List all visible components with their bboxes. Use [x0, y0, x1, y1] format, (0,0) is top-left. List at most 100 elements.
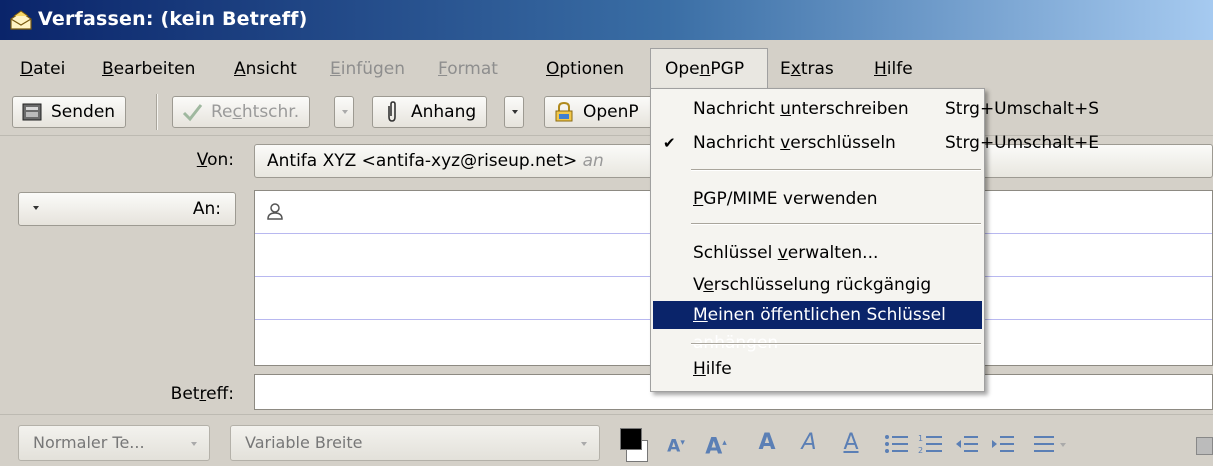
- spellcheck-accesskey: c: [232, 102, 242, 122]
- address-area: Von: Antifa XYZ <antifa-xyz@riseup.net> …: [0, 136, 1213, 414]
- openpgp-lock-icon: [555, 101, 573, 122]
- menuitem-undo-encryption[interactable]: Verschlüsselung rückgängig machen: [653, 271, 982, 323]
- menuitem-accesskey: e: [703, 275, 714, 295]
- menuitem-accesskey: H: [693, 359, 706, 379]
- menuitem-pgp-mime[interactable]: PGP/MIME verwenden: [653, 185, 982, 213]
- menuitem-help[interactable]: Hilfe: [653, 355, 982, 383]
- menu-datei-label: atei: [33, 59, 66, 79]
- menu-hilfe-accesskey: H: [874, 59, 887, 79]
- menuitem-label: nterschreiben: [790, 99, 909, 119]
- font-select: Variable Breite: [230, 425, 600, 461]
- from-label-accesskey: V: [196, 150, 208, 170]
- menuitem-label: erwalten...: [787, 243, 879, 263]
- menu-ansicht-accesskey: A: [234, 59, 246, 79]
- person-icon: [267, 203, 283, 220]
- menu-openpgp-accesskey: n: [699, 59, 711, 79]
- from-hint: an: [582, 151, 604, 171]
- svg-text:1: 1: [918, 434, 923, 443]
- menu-optionen[interactable]: Optionen: [540, 56, 630, 82]
- outdent-icon: [956, 436, 978, 452]
- align-menu-icon: [1034, 436, 1066, 452]
- menu-extras-label-pre: E: [780, 59, 791, 79]
- menuitem-label: erschlüsseln: [790, 133, 896, 153]
- send-label: Senden: [51, 102, 116, 122]
- menu-einfuegen: Einfügen: [324, 56, 411, 82]
- menu-separator: [691, 343, 981, 345]
- spellcheck-label: htschr.: [241, 102, 300, 122]
- menu-format-label: ormat: [447, 59, 498, 79]
- menuitem-encrypt-message[interactable]: ✔ Nachricht verschlüsseln Strg+Umschalt+…: [653, 129, 1099, 157]
- menuitem-accesskey: v: [777, 243, 788, 263]
- menu-openpgp-label-pre: Ope: [665, 59, 700, 79]
- menuitem-label: ilfe: [705, 359, 732, 379]
- send-button[interactable]: Senden: [12, 96, 127, 128]
- attach-dropdown[interactable]: [504, 96, 524, 128]
- menu-ansicht[interactable]: Ansicht: [228, 56, 303, 82]
- menu-optionen-accesskey: O: [546, 59, 560, 79]
- menu-extras[interactable]: Extras: [774, 56, 840, 82]
- chevron-down-icon: [33, 206, 39, 210]
- menu-datei[interactable]: Datei: [14, 56, 71, 82]
- menu-hilfe[interactable]: Hilfe: [868, 56, 919, 82]
- more-formatting-button: [1196, 437, 1213, 455]
- menu-einfuegen-accesskey: E: [330, 59, 341, 79]
- menuitem-label-pre: Schlüssel: [693, 243, 778, 263]
- subject-label-text: eff:: [206, 384, 234, 404]
- menuitem-attach-public-key[interactable]: Meinen öffentlichen Schlüssel anhängen: [653, 301, 982, 353]
- italic-button: A: [801, 430, 817, 455]
- recipient-type-select[interactable]: An:: [18, 192, 236, 226]
- from-value: Antifa XYZ <antifa-xyz@riseup.net>: [267, 151, 578, 171]
- menuitem-label-pre: V: [693, 275, 704, 295]
- checkmark-icon: [182, 104, 203, 122]
- subject-label-pre: Bet: [170, 384, 200, 404]
- menu-einfuegen-label: infügen: [340, 59, 406, 79]
- menuitem-accesskey: P: [693, 189, 704, 209]
- from-label: Von:: [0, 150, 234, 170]
- svg-text:2: 2: [918, 446, 923, 455]
- attach-button[interactable]: Anhang: [372, 96, 488, 128]
- menuitem-accesskey: M: [693, 305, 708, 325]
- paperclip-icon: [388, 101, 396, 122]
- openpgp-menu-popup: Nachricht unterschreiben Strg+Umschalt+S…: [650, 88, 1099, 392]
- menuitem-sign-message[interactable]: Nachricht unterschreiben Strg+Umschalt+S: [653, 95, 1099, 123]
- subject-label: Betreff:: [0, 384, 234, 404]
- menuitem-label: einen öffentlichen Schlüssel anhängen: [693, 305, 946, 353]
- menu-separator: [691, 223, 981, 225]
- menuitem-label-pre: Nachricht: [693, 133, 781, 153]
- menu-extras-accesskey: x: [790, 59, 801, 79]
- indent-icon: [992, 436, 1014, 452]
- bold-button: A: [758, 430, 776, 455]
- bullet-list-icon: [885, 435, 908, 453]
- menuitem-shortcut: Strg+Umschalt+E: [945, 133, 1099, 153]
- menu-openpgp[interactable]: OpenPGP: [650, 48, 768, 88]
- spellcheck-dropdown: [334, 96, 354, 128]
- menu-format: Format: [432, 56, 504, 82]
- font-value: Variable Breite: [245, 433, 363, 452]
- spellcheck-button: Rechtschr.: [172, 96, 311, 128]
- window-title: Verfassen: (kein Betreff): [38, 8, 308, 30]
- recipient-type-label: An:: [192, 199, 221, 219]
- menu-bearbeiten-accesskey: B: [102, 59, 114, 79]
- paragraph-format-value: Normaler Te...: [33, 433, 145, 452]
- send-icon: [22, 103, 42, 121]
- menuitem-accesskey: u: [780, 99, 791, 119]
- menu-datei-accesskey: D: [20, 59, 34, 79]
- menu-separator: [691, 169, 981, 171]
- menuitem-accesskey: v: [780, 133, 791, 153]
- menuitem-label: GP/MIME verwenden: [703, 189, 878, 209]
- text-color-swatch: [620, 428, 642, 450]
- openpgp-button[interactable]: OpenP: [544, 96, 664, 128]
- decrease-font-size-button: A▾: [667, 436, 685, 457]
- menu-format-accesskey: F: [438, 59, 448, 79]
- menuitem-manage-keys[interactable]: Schlüssel verwalten...: [653, 239, 982, 267]
- menu-bearbeiten-label: earbeiten: [113, 59, 196, 79]
- format-toolbar: Normaler Te... Variable Breite A▾ A▴ A A…: [0, 414, 1213, 466]
- menu-optionen-label: ptionen: [559, 59, 624, 79]
- attach-label: Anhang: [411, 102, 477, 122]
- compose-envelope-icon: [10, 10, 32, 30]
- menu-ansicht-label: nsicht: [245, 59, 297, 79]
- menu-bearbeiten[interactable]: Bearbeiten: [96, 56, 201, 82]
- from-label-text: on:: [207, 150, 234, 170]
- openpgp-label: OpenP: [583, 102, 639, 122]
- menuitem-shortcut: Strg+Umschalt+S: [945, 99, 1100, 119]
